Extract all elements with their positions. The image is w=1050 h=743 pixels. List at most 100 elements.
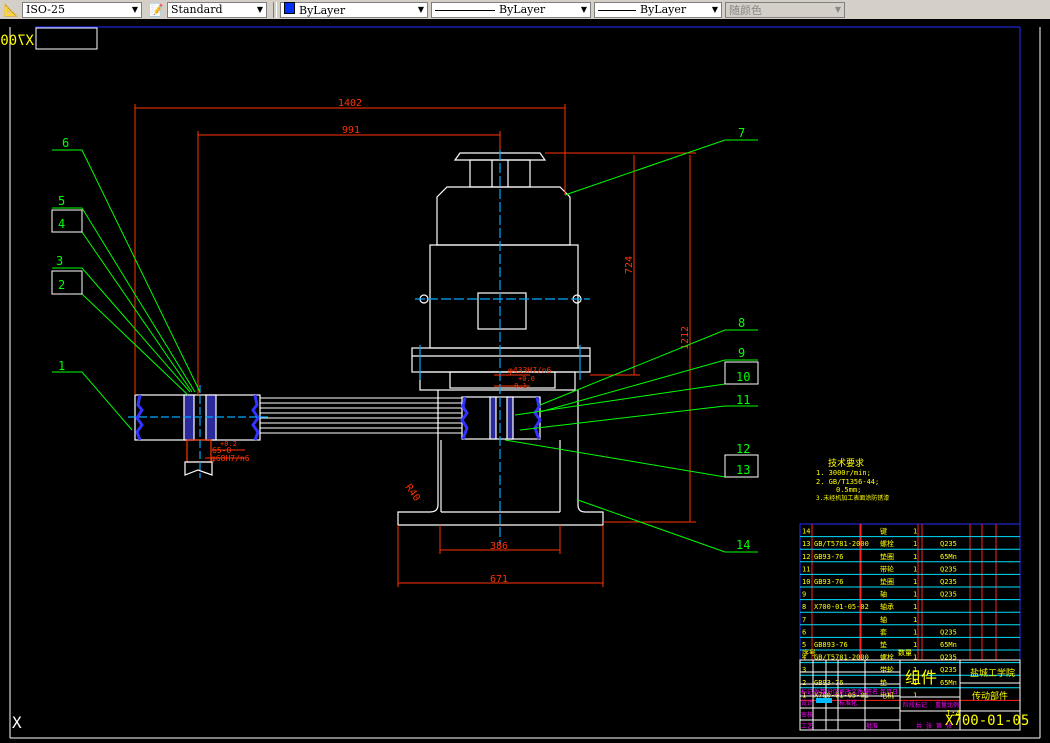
tol-right-dn: -0.1 <box>510 382 527 390</box>
plotstyle-value: 随颜色 <box>729 3 762 17</box>
part-name: 带轮 <box>880 665 894 674</box>
part-name: 键 <box>880 527 887 536</box>
title-block-label: 审核 <box>801 711 813 719</box>
lineweight-value: ByLayer <box>598 3 686 16</box>
color-value: ByLayer <box>284 2 345 17</box>
linetype-label: ByLayer <box>499 3 546 16</box>
part-no: 7 <box>802 616 806 624</box>
title-block-label: 共 <box>916 722 922 730</box>
leader-label-14: 14 <box>736 538 750 552</box>
leader-label-8: 8 <box>738 316 745 330</box>
lineweight-select[interactable]: ByLayer ▼ <box>594 1 722 18</box>
part-no: 3 <box>802 666 806 674</box>
part-material: Q235 <box>940 565 957 573</box>
part-code: X700-01-05-02 <box>814 603 869 611</box>
leader-label-10: 10 <box>736 370 750 384</box>
dimstyle-select[interactable]: ISO-25 ▼ <box>22 1 142 18</box>
drawing-canvas[interactable]: X700-01-05 X <box>0 19 1050 743</box>
leader-label-2: 2 <box>58 278 65 292</box>
line-sample <box>598 9 636 11</box>
leader-label-13: 13 <box>736 463 750 477</box>
color-select[interactable]: ByLayer ▼ <box>280 1 428 18</box>
lineweight-label: ByLayer <box>640 3 687 16</box>
toolbar: 📐 ISO-25 ▼ 📝 Standard ▼ ByLayer ▼ ByLayer ▼ … <box>0 0 1050 20</box>
leader-label-6: 6 <box>62 136 69 150</box>
part-no: 13 <box>802 540 810 548</box>
chevron-down-icon: ▼ <box>256 5 263 14</box>
part-qty: 1 <box>913 591 917 599</box>
part-qty: 1 <box>913 616 917 624</box>
part-no: 12 <box>802 553 810 561</box>
leader-label-7: 7 <box>738 126 745 140</box>
part-name: 套 <box>880 627 887 636</box>
color-label: ByLayer <box>299 4 346 17</box>
title-block-label: 年月日 <box>880 688 898 696</box>
title-block-label: 第 <box>936 722 942 730</box>
part-name: 传动部件 <box>972 690 1008 702</box>
part-code: GB93-76 <box>814 553 844 561</box>
part-no: 8 <box>802 603 806 611</box>
part-code: GB93-76 <box>814 679 844 687</box>
title-block-label: 设计 <box>801 699 813 707</box>
header-no: 序号 <box>802 648 816 657</box>
title-block-label: 分区 <box>827 688 839 696</box>
part-qty: 1 <box>913 603 917 611</box>
title-block-label: 标记 <box>801 688 813 696</box>
line-sample <box>435 9 495 11</box>
color-swatch <box>284 2 295 14</box>
part-material: Q235 <box>940 578 957 586</box>
textstyle-select[interactable]: Standard ▼ <box>167 1 267 18</box>
textstyle-icon[interactable]: 📝 <box>147 2 165 18</box>
part-no: 11 <box>802 565 810 573</box>
fit-right: φ433H7/n6 <box>508 366 552 375</box>
part-material: Q235 <box>940 666 957 674</box>
leader-label-1: 1 <box>58 359 65 373</box>
part-name: 带轮 <box>880 564 894 573</box>
title-block-label: 签名 <box>866 688 878 696</box>
assembly-name: 组件 <box>905 668 937 687</box>
part-qty: 1 <box>913 578 917 586</box>
part-material: Q235 <box>940 591 957 599</box>
dimstyle-icon[interactable]: 📐 <box>2 2 20 18</box>
title-block-label: 比例 <box>947 701 959 709</box>
dimstyle-value: ISO-25 <box>26 3 66 16</box>
part-name: 垫 <box>880 640 887 649</box>
part-name: 轴 <box>880 615 887 624</box>
part-code: GB893-76 <box>814 641 848 649</box>
leader-label-9: 9 <box>738 346 745 360</box>
separator <box>273 1 277 18</box>
leader-label-12: 12 <box>736 442 750 456</box>
part-no: 5 <box>802 641 806 649</box>
part-name: 垫 <box>880 678 887 687</box>
leader-label-11: 11 <box>736 393 750 407</box>
part-no: 2 <box>802 679 806 687</box>
title-block-label: 重量 <box>935 701 947 709</box>
part-no: 6 <box>802 628 806 636</box>
tech-line-3: 0.5mm; <box>836 486 861 494</box>
part-qty: 1 <box>913 691 917 699</box>
part-material: 65Mn <box>940 553 957 561</box>
part-no: 14 <box>802 528 810 536</box>
chevron-down-icon: ▼ <box>131 5 138 14</box>
title-block-label: 阶段标记 <box>903 701 927 709</box>
part-material: 65Mn <box>940 641 957 649</box>
chevron-down-icon: ▼ <box>417 5 424 14</box>
title-block-label: 标准化 <box>839 699 857 707</box>
mirrored-title: X700-01-05 <box>0 33 34 49</box>
dim-671: 671 <box>490 574 508 585</box>
linetype-select[interactable]: ByLayer ▼ <box>431 1 591 18</box>
dim-724: 724 <box>624 256 635 274</box>
part-material: Q235 <box>940 628 957 636</box>
chevron-down-icon: ▼ <box>834 5 841 14</box>
part-no: 9 <box>802 591 806 599</box>
title-block-label: 张 <box>926 722 932 730</box>
part-name: 垫圈 <box>880 552 894 561</box>
textstyle-value: Standard <box>171 3 223 16</box>
tech-title: 技术要求 <box>828 457 864 469</box>
title-block-label: 张 <box>946 722 952 730</box>
part-material: Q235 <box>940 540 957 548</box>
part-name: 螺栓 <box>880 539 894 548</box>
part-qty: 1 <box>913 528 917 536</box>
leader-label-5: 5 <box>58 194 65 208</box>
ucs-icon: X <box>12 713 22 732</box>
